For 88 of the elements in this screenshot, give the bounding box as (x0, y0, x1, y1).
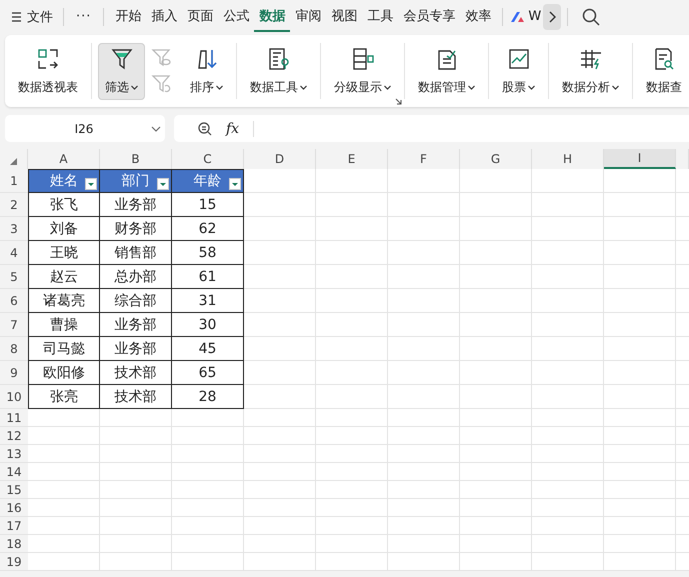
table-cell: 张飞 (28, 193, 100, 217)
filter-dropdown-icon[interactable] (229, 178, 241, 190)
table-cell: 赵云 (28, 265, 100, 289)
table-cell: 技术部 (100, 361, 172, 385)
ribbon-button[interactable]: 分级显示 (327, 42, 398, 100)
column-title: 姓名 (50, 172, 78, 190)
table-cell: 司马懿 (28, 337, 100, 361)
menu-tab[interactable]: 插入 (146, 1, 182, 32)
formula-bar[interactable]: fx (174, 115, 689, 142)
table-cell: 65 (172, 361, 244, 385)
row-header[interactable]: 7 (0, 313, 28, 336)
select-all-icon[interactable] (10, 158, 17, 165)
row-header[interactable]: 16 (0, 499, 28, 516)
row-header[interactable]: 14 (0, 463, 28, 480)
menu-icon (12, 12, 21, 22)
ribbon-button[interactable]: 数据管理 (411, 42, 482, 100)
ribbon-button[interactable]: 数据透视表 (11, 42, 85, 100)
ribbon-button[interactable]: 数据工具 (243, 42, 314, 100)
menu-tab[interactable]: 视图 (326, 1, 362, 32)
row-header[interactable]: 10 (0, 385, 28, 408)
row-header[interactable]: 12 (0, 427, 28, 444)
ribbon-button[interactable]: 数据分析 (555, 42, 626, 100)
row-header[interactable]: 2 (0, 193, 28, 216)
table-cell: 欧阳修 (28, 361, 100, 385)
row-header[interactable]: 19 (0, 553, 28, 570)
table-cell: 张亮 (28, 385, 100, 409)
row-header[interactable]: 13 (0, 445, 28, 462)
dialog-launcher-icon[interactable] (395, 98, 402, 105)
row-header[interactable]: 1 (0, 169, 28, 192)
ribbon-button[interactable]: 数据查 (639, 42, 689, 100)
file-menu[interactable]: 文件 (8, 8, 57, 26)
table-cell: 61 (172, 265, 244, 289)
row-header[interactable]: 11 (0, 409, 28, 426)
table-cell: 31 (172, 289, 244, 313)
ribbon-button[interactable]: 股票 (495, 42, 542, 100)
table-cell: 王晓 (28, 241, 100, 265)
menu-tab[interactable]: 开始 (110, 1, 146, 32)
menu-tab[interactable]: 数据 (254, 1, 290, 32)
menu-tab[interactable]: 公式 (218, 1, 254, 32)
search-icon[interactable] (582, 8, 600, 26)
menu-tab[interactable]: 工具 (362, 1, 398, 32)
menu-tab[interactable]: 会员专享 (398, 1, 460, 32)
table-cell: 刘备 (28, 217, 100, 241)
row-header[interactable]: 17 (0, 517, 28, 534)
table-cell: 技术部 (100, 385, 172, 409)
ribbon-button[interactable]: 筛选 (98, 42, 145, 100)
row-header[interactable]: 8 (0, 337, 28, 360)
table-cell: 28 (172, 385, 244, 409)
table-cell: 总办部 (100, 265, 172, 289)
filter-dropdown-icon[interactable] (157, 178, 169, 190)
table-cell: 62 (172, 217, 244, 241)
column-title: 部门 (122, 172, 150, 190)
scroll-right-button[interactable] (543, 4, 562, 30)
menu-tab[interactable]: 审阅 (290, 1, 326, 32)
menu-tab[interactable]: 效率 (460, 1, 496, 32)
function-button[interactable]: fx (226, 120, 240, 136)
table-cell: 销售部 (100, 241, 172, 265)
table-cell: 45 (172, 337, 244, 361)
row-header[interactable]: 6 (0, 289, 28, 312)
chevron-down-icon (151, 126, 161, 132)
table-cell: 财务部 (100, 217, 172, 241)
logo-icon (511, 12, 526, 22)
column-title: 年龄 (194, 172, 222, 190)
table-cell: 诸葛亮 (28, 289, 100, 313)
filter-dropdown-icon[interactable] (85, 178, 97, 190)
table-cell: 曹操 (28, 313, 100, 337)
zoom-out-icon[interactable] (198, 122, 212, 136)
row-header[interactable]: 3 (0, 217, 28, 240)
ribbon-button[interactable]: 排序 (183, 42, 230, 100)
table-cell: 业务部 (100, 193, 172, 217)
table-cell: 综合部 (100, 289, 172, 313)
chevron-right-icon (548, 10, 556, 22)
row-header[interactable]: 18 (0, 535, 28, 552)
more-button[interactable]: ··· (70, 9, 98, 24)
table-cell: 15 (172, 193, 244, 217)
menu-tab[interactable]: 页面 (182, 1, 218, 32)
row-header[interactable]: 9 (0, 361, 28, 384)
column-header[interactable]: I (604, 149, 676, 169)
filter-icon (110, 46, 134, 70)
table-cell: 30 (172, 313, 244, 337)
name-box[interactable]: I26 (5, 115, 165, 142)
row-header[interactable]: 5 (0, 265, 28, 288)
row-header[interactable]: 4 (0, 241, 28, 264)
table-cell: 58 (172, 241, 244, 265)
table-cell: 业务部 (100, 337, 172, 361)
app-tab[interactable]: W (509, 9, 544, 24)
row-header[interactable]: 15 (0, 481, 28, 498)
table-cell: 业务部 (100, 313, 172, 337)
